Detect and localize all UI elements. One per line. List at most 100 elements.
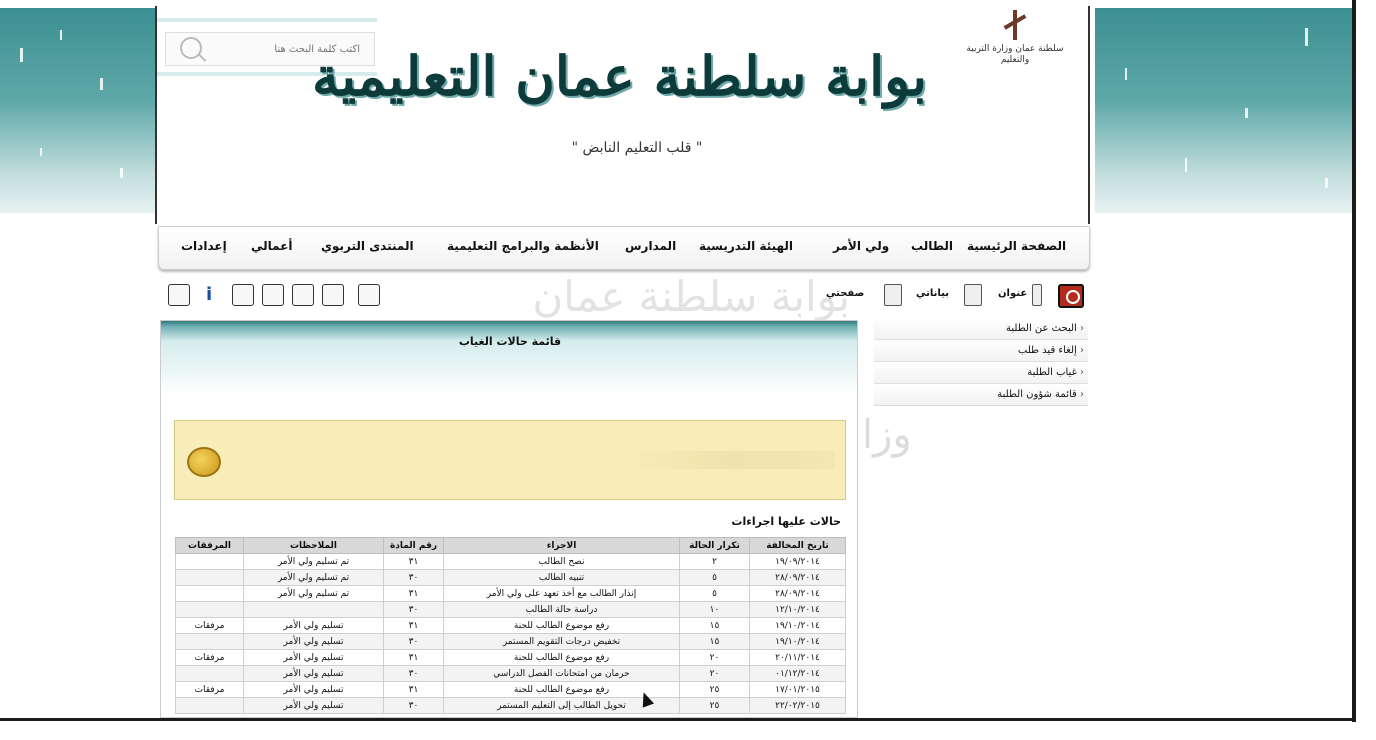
header-background-right xyxy=(1095,8,1353,213)
col-article-number-cell: ٣١ xyxy=(383,553,444,570)
col-attachments-header[interactable]: المرفقات xyxy=(175,537,244,554)
col-article-number-cell: ٣١ xyxy=(383,649,444,666)
nav-item-settings[interactable]: إعدادات xyxy=(181,239,227,253)
window-border xyxy=(0,718,1356,721)
nav-item-forum[interactable]: المنتدى التربوي xyxy=(321,239,414,253)
col-violation-date-cell: ١٧/٠١/٢٠١٥ xyxy=(749,681,846,698)
col-article-number-cell: ٣٠ xyxy=(383,601,444,618)
side-menu-item-absence[interactable]: غياب الطلبة xyxy=(874,362,1088,384)
col-notes-cell: تسليم ولي الأمر xyxy=(243,665,384,682)
col-violation-date-header[interactable]: تاريخ المخالفة xyxy=(749,537,846,554)
address-link[interactable]: عنوان xyxy=(998,288,1027,299)
nav-item-my-work[interactable]: أعمالي xyxy=(251,239,293,253)
col-repeat-count-cell: ١٥ xyxy=(679,633,750,650)
table-row[interactable]: ٢٢/٠٢/٢٠١٥ ٢٥ تحويل الطالب إلى التعليم الم… xyxy=(175,697,846,714)
col-attachments-cell xyxy=(175,553,244,570)
col-violation-date-cell: ١٩/١٠/٢٠١٤ xyxy=(749,633,846,650)
ministry-name: سلطنة عمان وزارة التربية والتعليم xyxy=(966,44,1064,65)
nav-item-educational-systems[interactable]: الأنظمة والبرامج التعليمية xyxy=(447,239,599,253)
col-notes-cell: تسليم ولي الأمر xyxy=(243,649,384,666)
col-repeat-count-cell: ٢٠ xyxy=(679,649,750,666)
col-repeat-count-header[interactable]: تكرار الحالة xyxy=(679,537,750,554)
nav-item-schools[interactable]: المدارس xyxy=(625,239,676,253)
table-row[interactable]: ٢٨/٠٩/٢٠١٤ ٥ تنبيه الطالب ٣٠ تم تسليم ولي ال… xyxy=(175,569,846,586)
table-header-row: تاريخ المخالفة تكرار الحالة الاجراء رقم الم… xyxy=(175,537,846,554)
col-article-number-cell: ٣٠ xyxy=(383,569,444,586)
nav-item-home[interactable]: الصفحة الرئيسية xyxy=(967,239,1066,253)
side-menu-item-cancel-enrollment[interactable]: إلغاء قيد طلب xyxy=(874,340,1088,362)
browser-frame: بوابة سلطنة عمان التعليمية " قلب التعليم… xyxy=(0,0,1376,740)
col-action-cell: دراسة حالة الطالب xyxy=(443,601,680,618)
search-icon[interactable] xyxy=(180,37,202,59)
content-panel: قائمة حالات الغياب حالات عليها اجراءات ت… xyxy=(160,320,858,718)
side-menu-item-student-affairs[interactable]: قائمة شؤون الطلبة xyxy=(874,384,1088,406)
window-border xyxy=(1352,0,1356,722)
col-attachments-cell[interactable]: مرفقات xyxy=(175,649,244,666)
table-row[interactable]: ٢٠/١١/٢٠١٤ ٢٠ رفع موضوع الطالب للجنة ٣١ تسلي… xyxy=(175,649,846,666)
col-violation-date-cell: ٢٠/١١/٢٠١٤ xyxy=(749,649,846,666)
col-repeat-count-cell: ٥ xyxy=(679,569,750,586)
toolbar-tools: i xyxy=(168,284,388,308)
col-action-cell: رفع موضوع الطالب للجنة xyxy=(443,617,680,634)
side-menu: البحث عن الطلبة إلغاء قيد طلب غياب الطلب… xyxy=(874,318,1088,406)
col-article-number-cell: ٣١ xyxy=(383,617,444,634)
nav-item-teaching-staff[interactable]: الهيئة التدريسية xyxy=(699,239,793,253)
col-article-number-cell: ٣٠ xyxy=(383,665,444,682)
calendar-icon[interactable] xyxy=(262,284,284,306)
ministry-emblem[interactable]: سلطنة عمان وزارة التربية والتعليم xyxy=(965,8,1065,98)
table-row[interactable]: ١٧/٠١/٢٠١٥ ٢٥ رفع موضوع الطالب للجنة ٣١ تسلي… xyxy=(175,681,846,698)
col-action-cell: رفع موضوع الطالب للجنة xyxy=(443,649,680,666)
side-menu-item-search-students[interactable]: البحث عن الطلبة xyxy=(874,318,1088,340)
portal-tagline: " قلب التعليم النابض " xyxy=(571,140,703,156)
col-action-header[interactable]: الاجراء xyxy=(443,537,680,554)
nav-item-student[interactable]: الطالب xyxy=(911,239,953,253)
col-article-number-header[interactable]: رقم المادة xyxy=(383,537,444,554)
col-notes-cell xyxy=(243,601,384,618)
col-action-cell: تخفيض درجات التقويم المستمر xyxy=(443,633,680,650)
col-violation-date-cell: ٢٢/٠٢/٢٠١٥ xyxy=(749,697,846,714)
col-repeat-count-cell: ٢٠ xyxy=(679,665,750,682)
col-article-number-cell: ٣١ xyxy=(383,585,444,602)
col-attachments-cell xyxy=(175,585,244,602)
col-notes-cell: تسليم ولي الأمر xyxy=(243,617,384,634)
security-icon[interactable] xyxy=(358,284,380,306)
documents-icon[interactable] xyxy=(322,284,344,306)
table-row[interactable]: ١٩/٠٩/٢٠١٤ ٢ نصح الطالب ٣١ تم تسليم ولي الأم… xyxy=(175,553,846,570)
col-repeat-count-cell: ٥ xyxy=(679,585,750,602)
col-violation-date-cell: ١٩/٠٩/٢٠١٤ xyxy=(749,553,846,570)
profile-icon xyxy=(964,284,982,306)
alert-box xyxy=(174,420,846,500)
col-repeat-count-cell: ٢ xyxy=(679,553,750,570)
my-account-link[interactable]: بياناتي xyxy=(916,288,949,299)
nav-item-parent[interactable]: ولي الأمر xyxy=(833,239,889,253)
col-action-cell: إنذار الطالب مع أخذ تعهد على ولي الأمر xyxy=(443,585,680,602)
col-action-cell: نصح الطالب xyxy=(443,553,680,570)
col-attachments-cell[interactable]: مرفقات xyxy=(175,681,244,698)
location-icon xyxy=(1032,284,1042,306)
gallery-icon[interactable] xyxy=(292,284,314,306)
logout-icon[interactable] xyxy=(1058,284,1084,308)
col-violation-date-cell: ٢٨/٠٩/٢٠١٤ xyxy=(749,585,846,602)
info-icon[interactable]: i xyxy=(206,284,214,306)
table-row[interactable]: ٢٨/٠٩/٢٠١٤ ٥ إنذار الطالب مع أخذ تعهد على … xyxy=(175,585,846,602)
col-notes-header[interactable]: الملاحظات xyxy=(243,537,384,554)
col-article-number-cell: ٣٠ xyxy=(383,697,444,714)
col-attachments-cell[interactable]: مرفقات xyxy=(175,617,244,634)
help-icon[interactable] xyxy=(168,284,190,306)
cases-heading: حالات عليها اجراءات xyxy=(731,515,841,528)
table-row[interactable]: ١٩/١٠/٢٠١٤ ١٥ تخفيض درجات التقويم المستمر ٣… xyxy=(175,633,846,650)
table-row[interactable]: ١٢/١٠/٢٠١٤ ١٠ دراسة حالة الطالب ٣٠ xyxy=(175,601,846,618)
col-attachments-cell xyxy=(175,569,244,586)
print-icon[interactable] xyxy=(232,284,254,306)
table-row[interactable]: ١٩/١٠/٢٠١٤ ١٥ رفع موضوع الطالب للجنة ٣١ تسلي… xyxy=(175,617,846,634)
table-row[interactable]: ٠١/١٢/٢٠١٤ ٢٠ حرمان من امتحانات الفصل الدر… xyxy=(175,665,846,682)
my-page-link[interactable]: صفحتي xyxy=(826,288,864,299)
col-violation-date-cell: ١٢/١٠/٢٠١٤ xyxy=(749,601,846,618)
col-notes-cell: تسليم ولي الأمر xyxy=(243,633,384,650)
header-stripe xyxy=(157,18,377,22)
col-repeat-count-cell: ١٥ xyxy=(679,617,750,634)
col-attachments-cell xyxy=(175,665,244,682)
col-article-number-cell: ٣١ xyxy=(383,681,444,698)
alert-message xyxy=(625,451,835,469)
oman-emblem-icon xyxy=(998,8,1032,44)
